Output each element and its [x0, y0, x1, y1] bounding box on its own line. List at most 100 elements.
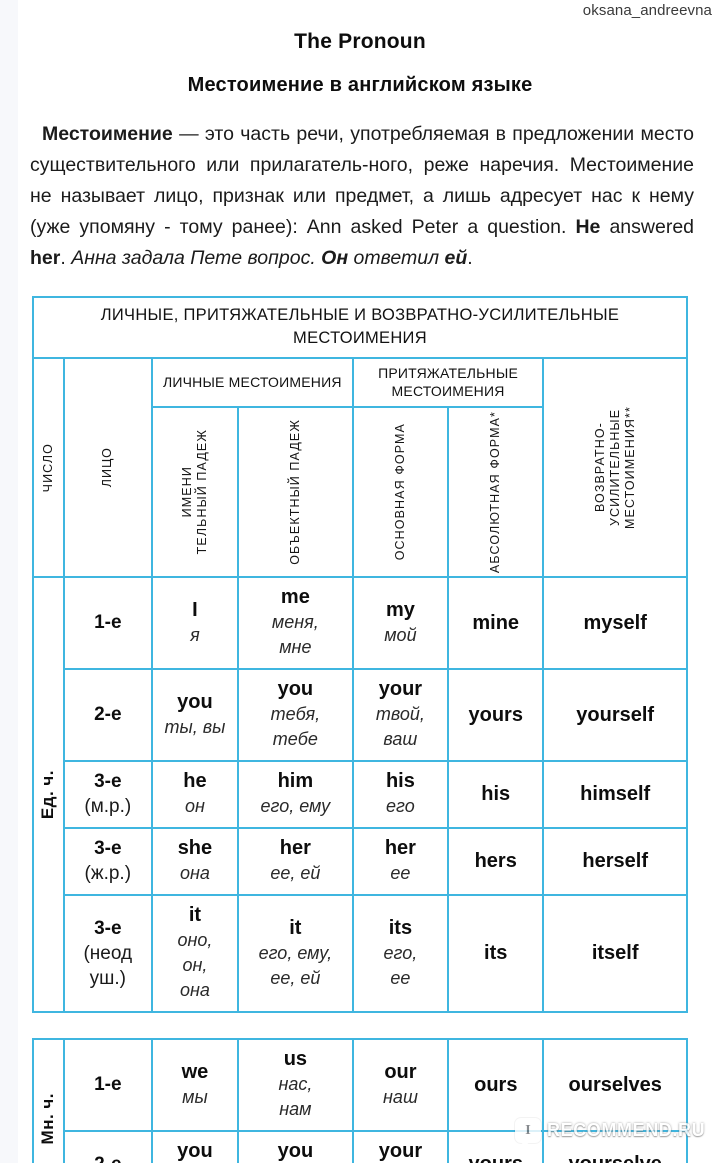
- cell-absolute-form: hers: [447, 827, 545, 896]
- cell-nominative: she она: [150, 827, 239, 896]
- cell-basic-form: your ваш: [351, 1130, 450, 1163]
- watermark: I RECOMMEND.RU: [515, 1118, 705, 1147]
- cell-person: 3-е (неод уш.): [62, 894, 153, 1013]
- pronoun-en: her: [384, 837, 416, 859]
- cell-absolute-form: yours: [447, 668, 545, 762]
- table-row: 3-е (м.р.) he он him его, ему his его hi…: [33, 760, 688, 829]
- cell-person: 3-е (ж.р.): [62, 827, 153, 896]
- pronoun-ru: меня, мне: [271, 612, 319, 657]
- intro-paragraph: Местоимение — это часть речи, употребляе…: [30, 119, 694, 274]
- pronoun-ru: его, ему: [260, 796, 331, 816]
- col-header-objective-text: ОБЪЕКТНЫЙ ПАДЕЖ: [287, 419, 302, 565]
- col-header-objective: ОБЪЕКТНЫЙ ПАДЕЖ: [236, 406, 354, 578]
- pronoun-ru: мой: [384, 624, 417, 645]
- pronoun-ru: нас, нам: [278, 1074, 313, 1119]
- table-banner: ЛИЧНЫЕ, ПРИТЯЖАТЕЛЬНЫЕ И ВОЗВРАТНО-УСИЛИ…: [32, 296, 688, 359]
- pronoun-en: ours: [474, 1073, 518, 1096]
- group-header-possessive: ПРИТЯЖАТЕЛЬНЫЕ МЕСТОИМЕНИЯ: [351, 357, 545, 408]
- page-title-english: The Pronoun: [294, 30, 426, 53]
- intro-text-4: .: [467, 247, 473, 269]
- intro-italic-2: ответил: [348, 247, 445, 269]
- pronoun-en: yours: [452, 1151, 539, 1163]
- cell-nominative: it оно, он, она: [150, 894, 239, 1013]
- pronoun-en: I: [192, 598, 198, 621]
- pronoun-en: his: [385, 770, 415, 792]
- cell-nominative: we мы: [150, 1038, 240, 1132]
- pronoun-ru: ее, ей: [270, 863, 321, 883]
- pronoun-ru: его, ему, ее, ей: [258, 942, 333, 988]
- col-header-person: ЛИЦО: [62, 357, 153, 578]
- cell-reflexive: yourself: [542, 668, 688, 762]
- pronoun-en: herself: [582, 850, 648, 872]
- row-header-singular-text: Ед. ч.: [38, 769, 58, 820]
- cell-person: 3-е (м.р.): [62, 760, 153, 829]
- watermark-badge-letter: I: [525, 1122, 531, 1138]
- cell-objective: you вас,: [237, 1130, 354, 1163]
- cell-objective: us нас, нам: [237, 1038, 354, 1132]
- col-header-basic-form: ОСНОВНАЯ ФОРМА: [351, 406, 450, 578]
- pronoun-en: yourself: [576, 703, 655, 726]
- table-group-row: ЧИСЛО ЛИЦО ЛИЧНЫЕ МЕСТОИМЕНИЯ ПРИТЯЖАТЕЛ…: [32, 357, 688, 578]
- col-header-reflexive: ВОЗВРАТНО- УСИЛИТЕЛЬНЫЕ МЕСТОИМЕНИЯ**: [542, 357, 688, 578]
- intro-bold-her: her: [30, 247, 61, 269]
- table-singular: ЛИЧНЫЕ, ПРИТЯЖАТЕЛЬНЫЕ И ВОЗВРАТНО-УСИЛИ…: [32, 296, 688, 1013]
- col-header-reflexive-text: ВОЗВРАТНО- УСИЛИТЕЛЬНЫЕ МЕСТОИМЕНИЯ**: [592, 406, 637, 529]
- cell-nominative: you вы: [150, 1130, 240, 1163]
- col-header-number: ЧИСЛО: [32, 357, 65, 578]
- cell-basic-form: our наш: [351, 1038, 450, 1132]
- pronoun-en: your: [378, 1140, 423, 1162]
- cell-reflexive: myself: [542, 576, 688, 670]
- row-header-plural-text: Мн. ч.: [38, 1092, 58, 1145]
- cell-absolute-form: mine: [447, 576, 545, 670]
- pronoun-en: myself: [583, 611, 647, 634]
- pronoun-en: you: [177, 1140, 213, 1162]
- pronoun-ru: ее: [390, 863, 411, 883]
- pronoun-en: me: [280, 586, 310, 608]
- pronoun-en: he: [183, 770, 207, 792]
- pronoun-en: she: [177, 837, 213, 859]
- username-label: oksana_andreevna: [582, 2, 712, 19]
- pronoun-en: your: [378, 678, 423, 700]
- person-label: 1-е: [94, 1074, 122, 1095]
- table-banner-row: ЛИЧНЫЕ, ПРИТЯЖАТЕЛЬНЫЕ И ВОЗВРАТНО-УСИЛИ…: [32, 296, 688, 359]
- cell-reflexive: himself: [542, 760, 688, 829]
- intro-text-2: answered: [600, 216, 695, 238]
- person-label: 3-е: [94, 917, 122, 939]
- person-gender: (м.р.): [84, 796, 132, 817]
- person-gender: (ж.р.): [84, 863, 132, 884]
- cell-absolute-form: his: [447, 760, 545, 829]
- table-plural: Мн. ч. 1-е we мы us нас, нам our наш our…: [32, 1038, 688, 1163]
- col-header-basic-form-text: ОСНОВНАЯ ФОРМА: [392, 423, 407, 561]
- pronoun-ru: тебя, тебе: [270, 704, 321, 749]
- cell-basic-form: my мой: [351, 576, 450, 670]
- row-header-singular: Ед. ч.: [32, 576, 65, 1013]
- cell-absolute-form: its: [447, 894, 545, 1013]
- cell-reflexive: herself: [542, 827, 688, 896]
- row-header-plural: Мн. ч.: [32, 1038, 65, 1163]
- col-header-absolute-form: АБСОЛЮТНАЯ ФОРМА*: [447, 406, 545, 578]
- intro-text-3: .: [60, 247, 72, 269]
- pronoun-en: my: [385, 598, 415, 621]
- pronoun-ru: наш: [383, 1086, 418, 1107]
- pronoun-en: itself: [591, 942, 639, 964]
- irecommend-logo-icon: I: [515, 1118, 541, 1147]
- pronoun-en: you: [277, 1140, 314, 1162]
- pronoun-en: you: [177, 690, 213, 713]
- intro-lead-term: Местоимение: [42, 123, 173, 145]
- cell-objective: you тебя, тебе: [236, 668, 354, 762]
- intro-bold-italic-on: Он: [321, 247, 349, 269]
- table-row: 3-е (ж.р.) she она her ее, ей her ее her…: [33, 827, 688, 896]
- cell-objective: her ее, ей: [236, 827, 354, 896]
- cell-person: 1-е: [62, 1038, 153, 1132]
- pronoun-ru: оно, он, она: [177, 930, 213, 1000]
- pronoun-ru: ты, вы: [164, 716, 226, 737]
- pronoun-en: him: [277, 770, 314, 792]
- intro-bold-italic-ey: ей: [444, 247, 468, 269]
- pronoun-en: us: [283, 1048, 308, 1070]
- cell-objective: it его, ему, ее, ей: [236, 894, 354, 1013]
- col-header-person-text: ЛИЦО: [100, 447, 115, 488]
- cell-nominative: he он: [150, 760, 239, 829]
- person-label: 1-е: [94, 612, 122, 633]
- person-gender: (неод уш.): [83, 942, 133, 989]
- pronoun-en: it: [289, 916, 302, 939]
